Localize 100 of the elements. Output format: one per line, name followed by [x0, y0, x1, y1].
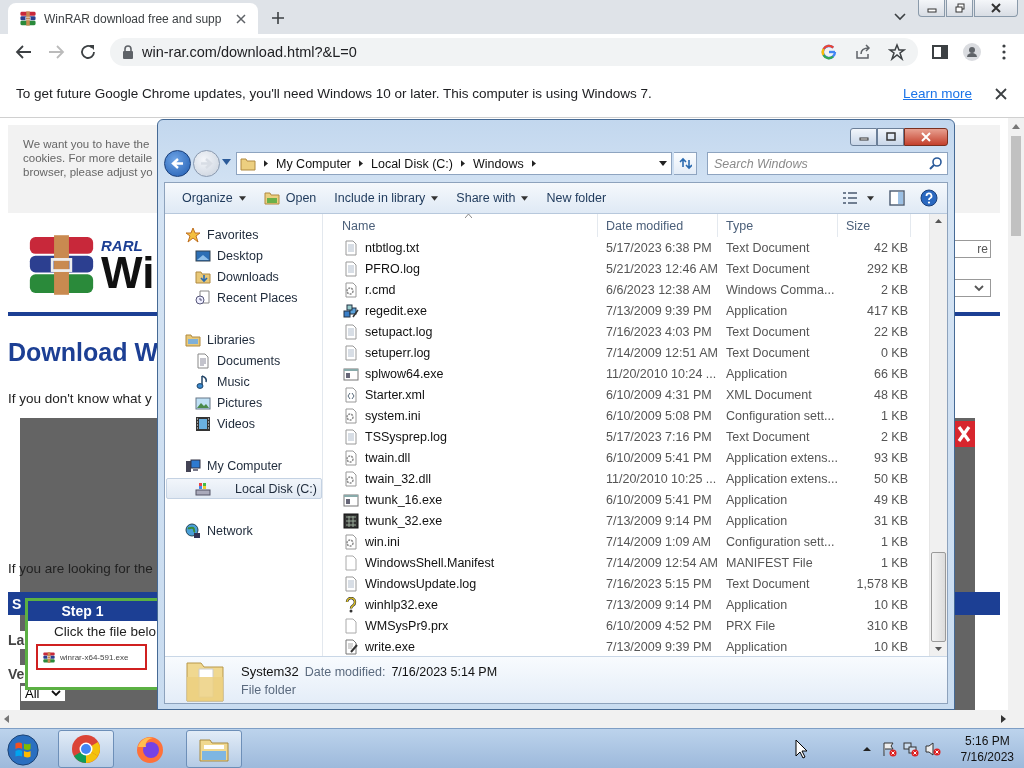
file-name-cell[interactable]: twain_32.dll — [333, 470, 598, 487]
navigation-item[interactable]: Network — [166, 520, 322, 541]
gear-document-icon — [343, 407, 359, 424]
navigation-item[interactable]: Libraries — [166, 329, 322, 350]
size-cell-text: 66 KB — [872, 366, 909, 381]
file-name-cell[interactable]: twain.dll — [333, 449, 598, 466]
column-header[interactable]: Name — [333, 214, 598, 237]
scroll-left-icon — [4, 715, 9, 723]
navigation-item[interactable]: Pictures — [166, 392, 322, 413]
archive-books-icon — [20, 11, 36, 26]
file-name-cell[interactable]: system.ini — [333, 407, 598, 424]
file-name-cell[interactable]: splwow64.exe — [333, 365, 598, 382]
file-name-cell[interactable]: write.exe — [333, 638, 598, 655]
navigation-item[interactable]: Desktop — [166, 245, 322, 266]
date-cell-text: 7/14/2009 1:09 AM — [605, 534, 712, 549]
maximize-button[interactable] — [877, 128, 904, 146]
help-button[interactable] — [917, 186, 941, 210]
breadcrumb-item[interactable]: My Computer — [276, 156, 351, 171]
folder-icon — [263, 190, 280, 206]
file-name-cell[interactable]: r.cmd — [333, 281, 598, 298]
document-icon — [343, 239, 359, 256]
file-name-cell[interactable]: Starter.xml — [333, 386, 598, 403]
breadcrumb-item[interactable]: Windows — [473, 156, 524, 171]
file-name-cell[interactable]: setuperr.log — [333, 344, 598, 361]
file-name-cell[interactable]: PFRO.log — [333, 260, 598, 277]
navigation-item[interactable]: Local Disk (C:) — [166, 478, 322, 499]
close-button[interactable] — [953, 421, 975, 447]
command-button[interactable]: Include in library — [325, 187, 448, 209]
date-cell-text: 7/13/2009 9:39 PM — [605, 639, 713, 654]
file-name-cell[interactable]: ntbtlog.txt — [333, 239, 598, 256]
vertical-scrollbar[interactable] — [929, 214, 947, 656]
horizontal-scrollbar[interactable] — [0, 710, 1024, 728]
browser-icon — [70, 732, 102, 765]
close-button[interactable] — [994, 86, 1008, 101]
navigation-item[interactable]: Documents — [166, 350, 322, 371]
navigation-item[interactable]: Recent Places — [166, 287, 322, 308]
monitor-icon — [195, 247, 211, 264]
navigation-item[interactable]: My Computer — [166, 455, 322, 476]
taskbar-app-button[interactable] — [186, 729, 242, 768]
close-button[interactable] — [974, 0, 1018, 17]
column-header[interactable]: Size — [838, 214, 911, 237]
navigation-item[interactable]: Music — [166, 371, 322, 392]
date-cell-text: 7/16/2023 4:03 PM — [605, 324, 713, 339]
minimize-button[interactable] — [918, 0, 945, 17]
taskbar-app-button[interactable] — [58, 729, 114, 768]
type-cell-text: Text Document — [725, 429, 811, 444]
column-header[interactable]: Date modified — [598, 214, 718, 237]
command-button[interactable]: Share with — [447, 187, 538, 209]
navigation-item[interactable]: Downloads — [166, 266, 322, 287]
file-name-cell[interactable]: twunk_16.exe — [333, 491, 598, 508]
restore-button[interactable] — [946, 0, 973, 17]
file-name-cell[interactable]: winhlp32.exe — [333, 596, 598, 613]
refresh-button[interactable] — [674, 152, 697, 176]
vertical-scrollbar[interactable] — [1008, 118, 1024, 710]
navigation-item[interactable]: Videos — [166, 413, 322, 434]
size-cell-text: 2 KB — [879, 429, 909, 444]
address-bar[interactable]: My Computer Local Disk (C:) Windows — [236, 152, 673, 176]
archive-books-icon — [28, 235, 95, 295]
item-name: System32 — [241, 663, 299, 679]
download-file-link[interactable]: winrar-x64-591.exe — [36, 644, 147, 670]
date-cell-text: 7/13/2009 9:14 PM — [605, 513, 713, 528]
type-cell-text: Text Document — [725, 345, 811, 360]
type-cell-text: Application extens... — [725, 450, 838, 465]
column-header[interactable]: Type — [718, 214, 838, 237]
close-icon — [991, 3, 1001, 13]
file-name-cell[interactable]: TSSysprep.log — [333, 428, 598, 445]
library-folder-icon — [185, 331, 201, 348]
file-name-cell[interactable]: regedit.exe — [333, 302, 598, 319]
learn-more-link[interactable]: Learn more — [902, 86, 972, 101]
preview-pane-icon — [888, 189, 906, 207]
command-button[interactable]: Open — [254, 186, 326, 210]
clock[interactable]: 5:16 PM 7/16/2023 — [960, 732, 1014, 765]
file-name-cell[interactable]: WMSysPr9.prx — [333, 617, 598, 634]
size-cell-text: 10 KB — [872, 597, 909, 612]
file-name-cell[interactable]: WindowsUpdate.log — [333, 575, 598, 592]
scroll-thumb[interactable] — [931, 552, 946, 642]
scroll-up-icon — [1012, 123, 1020, 129]
breadcrumb-item[interactable]: Local Disk (C:) — [371, 156, 453, 171]
volume-button[interactable] — [924, 740, 941, 757]
close-tab-button[interactable] — [234, 11, 248, 26]
minimize-button[interactable] — [850, 128, 877, 146]
address-bar[interactable]: win-rar.com/download.html?&L=0 — [110, 38, 918, 66]
close-button[interactable] — [904, 128, 948, 146]
file-name-cell[interactable]: setupact.log — [333, 323, 598, 340]
browser-tab[interactable]: WinRAR download free and supp — [8, 3, 258, 34]
plus-icon — [271, 11, 285, 25]
file-name-cell[interactable]: WindowsShell.Manifest — [333, 554, 598, 571]
avatar-icon — [963, 43, 981, 61]
search-field[interactable]: Search Windows — [707, 152, 948, 176]
navigation-item[interactable]: Favorites — [166, 224, 322, 245]
network-button[interactable] — [902, 740, 919, 757]
tab-title: WinRAR download free and supp — [44, 11, 223, 26]
command-button[interactable]: New folder — [537, 187, 616, 209]
back-button[interactable] — [164, 150, 191, 178]
scroll-thumb[interactable] — [1011, 136, 1021, 236]
file-name-cell[interactable]: win.ini — [333, 533, 598, 550]
date-cell-text: 7/13/2009 9:14 PM — [605, 597, 713, 612]
command-button[interactable]: Organize — [173, 187, 255, 209]
action-center-button[interactable] — [880, 740, 897, 757]
file-name-cell[interactable]: twunk_32.exe — [333, 512, 598, 529]
